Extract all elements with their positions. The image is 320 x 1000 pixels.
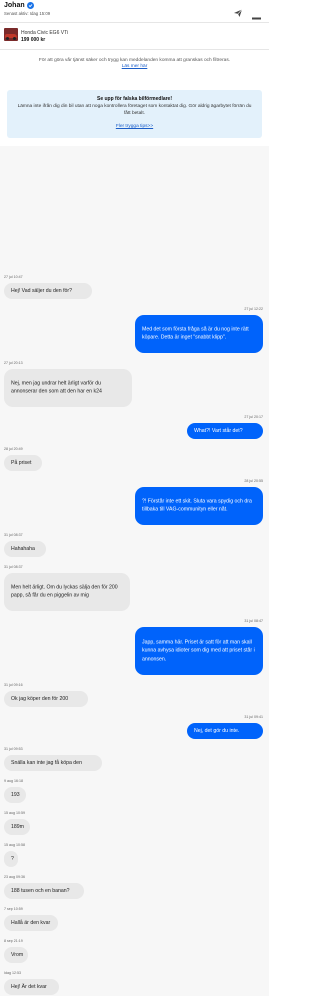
message-timestamp: 31 jul 09:41 [244, 715, 263, 719]
message-text: Ok jag köper den för 200 [11, 695, 69, 702]
message-timestamp: 7 sep 10:59 [4, 907, 23, 911]
message-timestamp: 31 jul 09:16 [4, 683, 23, 687]
message-text: 193 [11, 791, 20, 798]
message-timestamp: 27 jul 20:13 [4, 361, 23, 365]
message-text: 189m [11, 823, 24, 830]
message-text: Med det som första fråga så är du nog in… [142, 326, 249, 341]
message-timestamp: 15 aug 10:59 [4, 811, 25, 815]
message-text: Hej! Är det kvar [11, 983, 47, 990]
contact-name: Johan [4, 2, 25, 9]
message-timestamp: 27 jul 10:47 [4, 275, 23, 279]
listing-thumbnail [4, 28, 18, 41]
message-timestamp: 31 jul 08:37 [4, 565, 23, 569]
safety-warning-title: Se upp för falska bilförmedlare! [96, 96, 173, 102]
received-message-bubble[interactable]: Vrom [4, 947, 28, 963]
message-timestamp: 28 jul 20:49 [4, 447, 23, 451]
sent-message-bubble[interactable]: Japp, samma här. Priset är satt för att … [135, 627, 263, 675]
sent-message-bubble[interactable]: Med det som första fråga så är du nog in… [135, 315, 263, 353]
message-timestamp: 31 jul 09:53 [4, 747, 23, 751]
sent-message-bubble[interactable]: ?! Förstår inte ett skit. Sluta vara spy… [135, 487, 263, 525]
chat-header: Johan Senast aktiv: Idag 15:09 [0, 0, 269, 21]
message-timestamp: 8 sep 21:19 [4, 939, 23, 943]
received-message-bubble[interactable]: Nej, men jag undrar helt ärligt varför d… [4, 369, 132, 407]
safety-warning-box: Se upp för falska bilförmedlare! Lämna i… [7, 90, 262, 138]
moderation-notice: För att göra vår tjänst säker och trygg … [0, 58, 269, 70]
message-text: Nej, men jag undrar helt ärligt varför d… [11, 380, 102, 395]
listing-price: 199 000 kr [21, 37, 46, 43]
message-timestamp: 28 jul 20:55 [244, 479, 263, 483]
message-text: ?! Förstår inte ett skit. Sluta vara spy… [142, 498, 252, 513]
message-text: Hallå är den kvar [11, 919, 51, 926]
received-message-bubble[interactable]: Hallå är den kvar [4, 915, 58, 931]
safety-tips-link[interactable]: Fler trygga tips>> [7, 124, 262, 129]
message-timestamp: Idag 12:53 [4, 971, 21, 975]
received-message-bubble[interactable]: Snälla kan inte jag få köpa den [4, 755, 102, 771]
message-timestamp: 27 jul 20:17 [244, 415, 263, 419]
sent-message-bubble[interactable]: What?! Vart står det? [187, 423, 263, 439]
message-timestamp: 27 jul 12:22 [244, 307, 263, 311]
received-message-bubble[interactable]: Hej! Är det kvar [4, 979, 59, 995]
verified-badge-icon [26, 2, 34, 9]
message-text: 188 tusen och en banan? [11, 887, 70, 894]
message-text: Men helt ärligt. Om du lyckas sälja den … [11, 584, 118, 599]
message-text: What?! Vart står det? [194, 427, 243, 434]
received-message-bubble[interactable]: Hahahaha [4, 541, 46, 557]
message-text: Japp, samma här. Priset är satt för att … [142, 639, 255, 663]
contact-name-row: Johan [4, 2, 34, 9]
received-message-bubble[interactable]: 188 tusen och en banan? [4, 883, 84, 899]
send-icon[interactable] [233, 5, 243, 17]
received-message-bubble[interactable]: ? [4, 851, 18, 867]
safety-warning-text: Lämna inte ifrån dig din bil utan att no… [17, 104, 252, 116]
message-text: Hej! Vad säljer du den för? [11, 287, 73, 294]
message-thread: 27 jul 10:47 Hej! Vad säljer du den för? 2… [0, 146, 269, 996]
listing-title: Honda Civic EG6 VTi [21, 30, 69, 36]
message-text: Hahahaha [11, 545, 35, 552]
message-timestamp: 9 aug 16:18 [4, 779, 23, 783]
listing-summary[interactable]: Honda Civic EG6 VTi 199 000 kr [0, 23, 269, 49]
message-timestamp: 23 aug 09:36 [4, 875, 25, 879]
received-message-bubble[interactable]: 189m [4, 819, 30, 835]
received-message-bubble[interactable]: På priset [4, 455, 42, 471]
message-text: Nej, det gör du inte. [194, 727, 240, 734]
last-seen-status: Senast aktiv: Idag 15:09 [4, 11, 51, 16]
message-text: Vrom [11, 951, 24, 958]
listing-divider [0, 49, 269, 50]
message-timestamp: 31 jul 08:47 [244, 619, 263, 623]
message-timestamp: 15 aug 10:58 [4, 843, 25, 847]
message-text: ? [11, 855, 14, 862]
read-more-link[interactable]: Läs mer här [0, 64, 269, 70]
received-message-bubble[interactable]: Ok jag köper den för 200 [4, 691, 88, 707]
received-message-bubble[interactable]: Men helt ärligt. Om du lyckas sälja den … [4, 573, 130, 611]
more-options-icon[interactable] [252, 8, 262, 20]
received-message-bubble[interactable]: 193 [4, 787, 26, 803]
message-timestamp: 31 jul 08:37 [4, 533, 23, 537]
message-text: På priset [11, 459, 32, 466]
message-text: Snälla kan inte jag få köpa den [11, 759, 82, 766]
sent-message-bubble[interactable]: Nej, det gör du inte. [187, 723, 263, 739]
received-message-bubble[interactable]: Hej! Vad säljer du den för? [4, 283, 92, 299]
